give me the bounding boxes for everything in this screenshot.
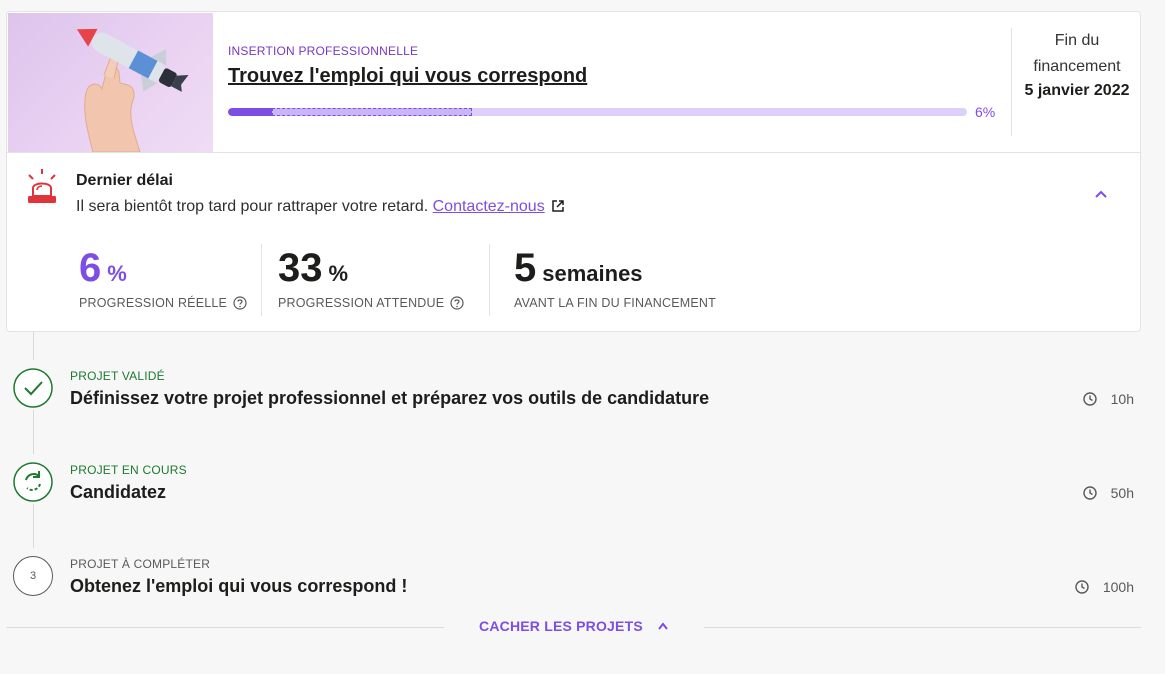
project-duration: 50h — [1082, 485, 1134, 501]
stat-divider — [261, 244, 262, 316]
stat-label: PROGRESSION RÉELLE — [79, 296, 228, 310]
stat-weeks-remaining: 5 semaines AVANT LA FIN DU FINANCEMENT — [514, 244, 716, 310]
project-title[interactable]: Obtenez l'emploi qui vous correspond ! — [70, 576, 407, 597]
clock-icon — [1082, 486, 1097, 500]
alert-title: Dernier délai — [76, 172, 173, 189]
footer-divider-left — [6, 627, 444, 628]
stat-unit: % — [107, 261, 127, 286]
project-title[interactable]: Définissez votre projet professionnel et… — [70, 388, 709, 409]
stat-divider — [489, 244, 490, 316]
hide-projects-button[interactable]: CACHER LES PROJETS — [444, 618, 704, 634]
course-hero-image — [8, 13, 213, 152]
project-duration: 100h — [1075, 579, 1134, 595]
section-divider — [7, 152, 1140, 153]
help-icon[interactable] — [450, 296, 464, 310]
timeline-connector — [33, 504, 34, 548]
external-link-icon[interactable] — [551, 199, 565, 213]
stat-expected-progress: 33% PROGRESSION ATTENDUE — [278, 244, 464, 310]
in-progress-circle-icon — [13, 462, 53, 502]
timeline-connector — [33, 410, 34, 454]
stat-unit: semaines — [542, 261, 643, 286]
expected-progress-segment — [272, 108, 472, 116]
collapse-alert-chevron-up-icon[interactable] — [1093, 188, 1109, 200]
project-status: PROJET À COMPLÉTER — [70, 557, 211, 571]
hide-projects-label: CACHER LES PROJETS — [479, 618, 643, 634]
check-circle-icon — [13, 368, 53, 408]
funding-end-date: 5 janvier 2022 — [1024, 82, 1130, 99]
chevron-up-icon — [658, 622, 668, 630]
stat-unit: % — [328, 261, 349, 286]
step-number-badge: 3 — [13, 556, 53, 596]
stat-value: 33 — [278, 246, 323, 290]
alarm-siren-icon — [28, 169, 56, 203]
help-icon[interactable] — [233, 296, 247, 310]
footer-divider-right — [704, 627, 1141, 628]
project-duration-value: 10h — [1110, 391, 1134, 407]
clock-icon — [1075, 580, 1089, 594]
alert-message: Il sera bientôt trop tard pour rattraper… — [76, 198, 565, 216]
course-title-link[interactable]: Trouvez l'emploi qui vous correspond — [228, 65, 587, 88]
stat-value: 5 — [514, 246, 537, 290]
course-category: INSERTION PROFESSIONNELLE — [228, 44, 419, 58]
project-status: PROJET EN COURS — [70, 463, 187, 477]
actual-progress-fill — [228, 108, 272, 116]
project-duration: 10h — [1082, 391, 1134, 407]
stat-label: PROGRESSION ATTENDUE — [278, 296, 445, 310]
timeline-connector — [33, 332, 34, 360]
contact-us-link[interactable]: Contactez-nous — [433, 198, 545, 215]
project-status: PROJET VALIDÉ — [70, 369, 165, 383]
clock-icon — [1082, 392, 1097, 406]
course-progress-bar — [228, 108, 967, 116]
alert-text: Il sera bientôt trop tard pour rattraper… — [76, 198, 429, 215]
project-duration-value: 50h — [1110, 485, 1134, 501]
progress-percent-label: 6% — [975, 104, 996, 120]
course-card: INSERTION PROFESSIONNELLE Trouvez l'empl… — [6, 11, 1141, 332]
stat-real-progress: 6% PROGRESSION RÉELLE — [79, 244, 247, 310]
project-duration-value: 100h — [1102, 579, 1134, 595]
project-title[interactable]: Candidatez — [70, 482, 166, 503]
funding-end-label: Fin du financement — [1033, 32, 1121, 75]
stat-value: 6 — [79, 246, 102, 290]
stat-label: AVANT LA FIN DU FINANCEMENT — [514, 296, 716, 310]
